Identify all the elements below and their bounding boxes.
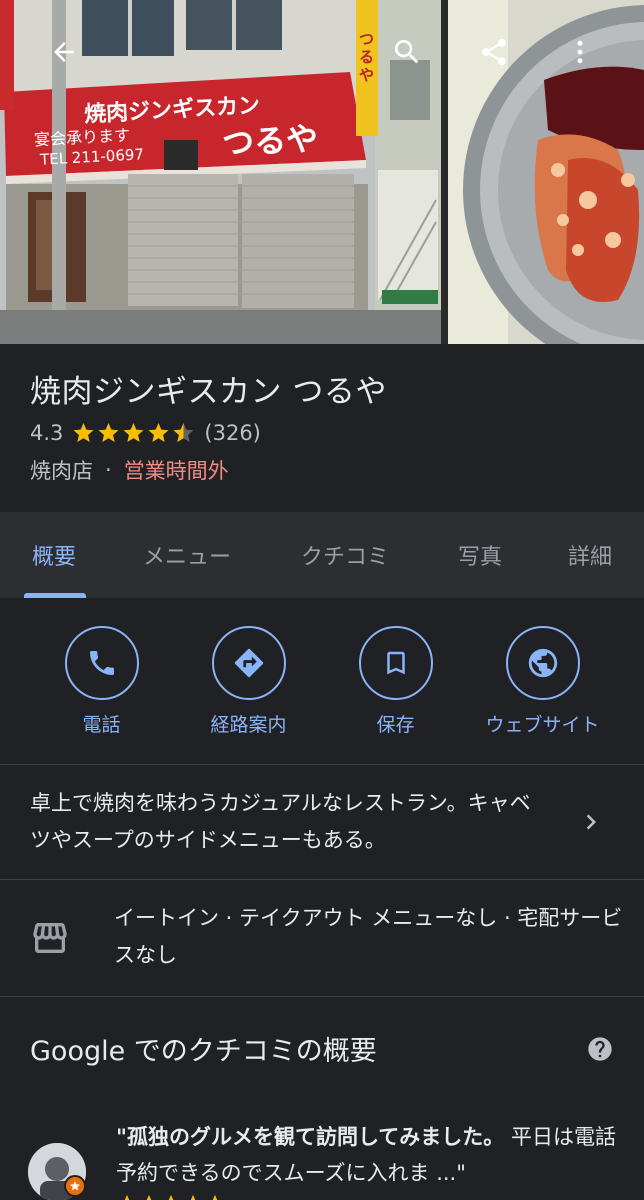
place-title: 焼肉ジンギスカン つるや (30, 374, 387, 410)
tab-details[interactable]: 詳細 (536, 512, 644, 598)
reviews-summary-heading: Google でのクチコミの概要 (30, 1036, 377, 1067)
directions-icon (234, 648, 263, 678)
save-label: 保存 (376, 714, 415, 736)
share-button[interactable] (472, 30, 516, 74)
star-full-icon (190, 1194, 196, 1200)
tab-photos[interactable]: 写真 (424, 512, 536, 598)
star-full-icon (73, 423, 94, 442)
back-button[interactable] (42, 30, 86, 74)
description-row[interactable]: 卓上で焼肉を味わうカジュアルなレストラン。キャベツやスープのサイドメニューもある… (0, 765, 644, 879)
star-full-icon (98, 423, 119, 442)
more-button[interactable] (558, 30, 602, 74)
website-circle (505, 626, 580, 700)
star-full-icon (212, 1194, 218, 1200)
website-button[interactable]: ウェブサイト (469, 598, 616, 764)
search-icon (395, 40, 419, 64)
star-full-icon (148, 423, 169, 442)
search-button[interactable] (385, 30, 429, 74)
directions-circle (211, 626, 286, 700)
tab-photos-label: 写真 (457, 545, 502, 570)
star-full-icon (123, 423, 144, 442)
star-full-icon (124, 1194, 130, 1200)
tab-overview-label: 概要 (31, 545, 76, 570)
tab-details-label: 詳細 (567, 545, 612, 570)
category-row: 焼肉店 · 営業時間外 (30, 455, 614, 485)
service-options: イートイン · テイクアウト メニューなし · 宅配サービスなし (0, 880, 644, 996)
chevron-right-icon (586, 814, 596, 830)
rating-value: 4.3 (30, 421, 64, 445)
rating-stars (71, 421, 196, 445)
service-text: イートイン · テイクアウト メニューなし · 宅配サービスなし (114, 906, 623, 967)
directions-label: 経路案内 (210, 714, 287, 736)
separator: · (105, 458, 112, 482)
tab-overview[interactable]: 概要 (0, 512, 108, 598)
review-stars (116, 1193, 226, 1200)
open-status: 営業時間外 (123, 459, 229, 483)
call-button[interactable]: 電話 (28, 598, 175, 764)
tab-menu[interactable]: メニュー (108, 512, 266, 598)
star-full-icon (168, 1194, 174, 1200)
bookmark-icon (386, 651, 405, 675)
save-button[interactable]: 保存 (322, 598, 469, 764)
call-circle (64, 626, 139, 700)
review-count: (326) (204, 421, 261, 445)
review-text: "孤独のグルメを観て訪問してみました。 平日は電話予約できるのでスムーズに入れま… (116, 1119, 616, 1191)
globe-icon (528, 648, 557, 678)
directions-button[interactable]: 経路案内 (175, 598, 322, 764)
star-half-icon (173, 423, 194, 442)
storefront-icon (33, 923, 67, 953)
website-label: ウェブサイト (485, 714, 600, 736)
place-info: 焼肉ジンギスカン つるや 4.3 (326) 焼肉店 · 営業時間外 (0, 344, 644, 512)
description-text: 卓上で焼肉を味わうカジュアルなレストラン。キャベツやスープのサイドメニューもある… (30, 791, 531, 852)
rating-row[interactable]: 4.3 (326) (30, 421, 614, 445)
local-guide-badge (64, 1175, 86, 1197)
help-icon[interactable] (586, 1035, 614, 1063)
call-label: 電話 (82, 714, 121, 736)
action-buttons: 電話 経路案内 保存 ウェブサイト (0, 598, 644, 764)
review-highlight: "孤独のグルメを観て訪問してみました。 (116, 1125, 505, 1149)
sign-vertical: つるや (359, 30, 375, 84)
tab-reviews-label: クチコミ (300, 545, 389, 570)
tab-reviews[interactable]: クチコミ (266, 512, 424, 598)
photo-header: 焼肉ジンギスカン 宴会承ります TEL 211-0697 つるや つるや (0, 0, 644, 344)
share-icon (481, 38, 507, 66)
reviews-summary: Google でのクチコミの概要 "孤独のグルメを観て訪問してみました。 平日は… (0, 997, 644, 1200)
star-badge-icon (70, 1181, 80, 1191)
sign-brand: つるや (221, 119, 320, 163)
phone-icon (89, 651, 114, 675)
tab-bar: 概要 メニュー クチコミ 写真 詳細 (0, 512, 644, 598)
tab-menu-label: メニュー (142, 545, 231, 570)
arrow-back-icon (54, 42, 74, 62)
star-full-icon (146, 1194, 152, 1200)
category-label: 焼肉店 (30, 459, 93, 483)
more-vert-icon (577, 40, 583, 64)
save-circle (358, 626, 433, 700)
